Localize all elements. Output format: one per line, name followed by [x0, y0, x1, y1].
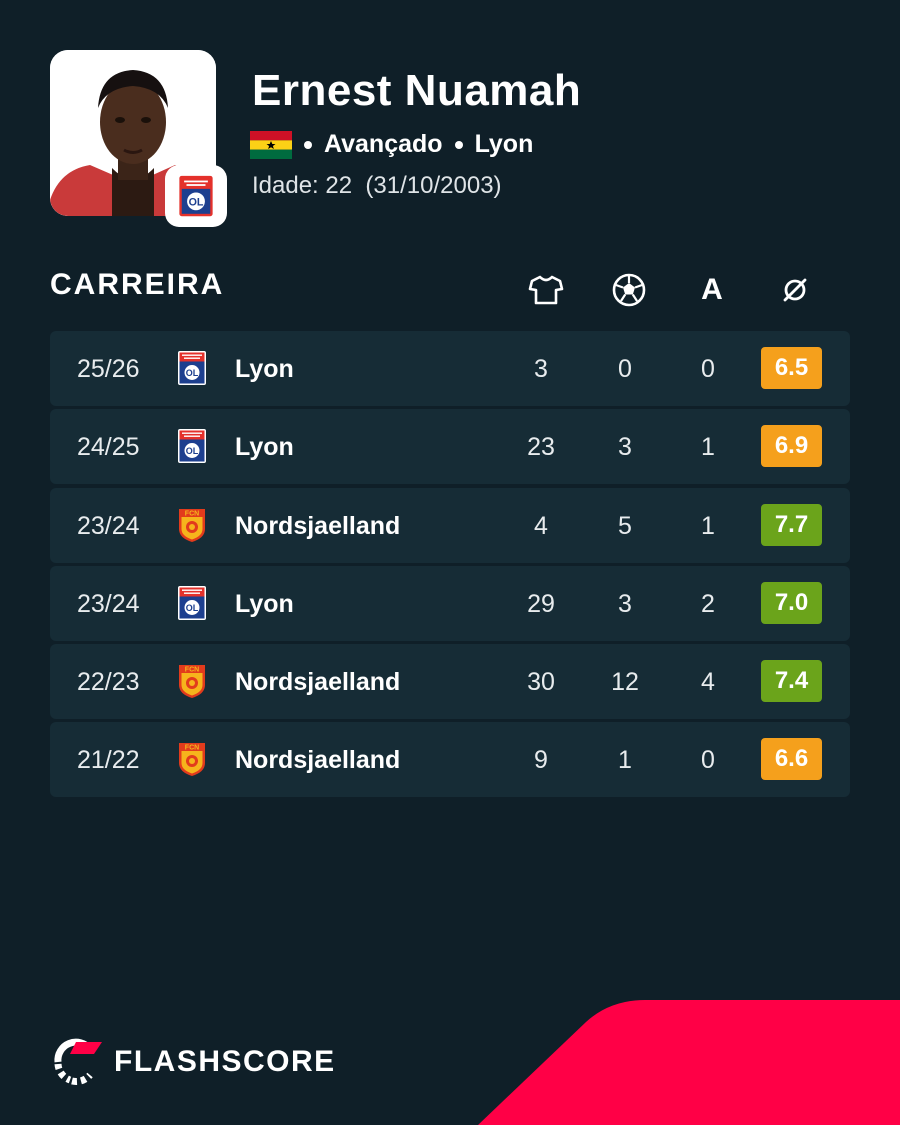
table-row[interactable]: 21/22 FCN Nordsjaelland 9 1 0 6.6 — [50, 722, 850, 798]
career-table: 25/26 OL Lyon 3 0 0 6.5 24/25 OL Lyon 23 3 1 6.9 23/24… — [50, 331, 850, 801]
goals-cell: 1 — [618, 746, 632, 775]
assists-cell: 4 — [701, 668, 715, 697]
svg-text:FCN: FCN — [185, 667, 199, 674]
lyon-badge-icon: OL — [176, 350, 208, 386]
goals-cell: 3 — [618, 433, 632, 462]
ghana-flag-icon — [250, 130, 292, 159]
goals-cell: 3 — [618, 589, 632, 618]
career-title: CARREIRA — [50, 268, 225, 301]
season-cell: 22/23 — [77, 668, 140, 697]
table-row[interactable]: 24/25 OL Lyon 23 3 1 6.9 — [50, 409, 850, 485]
svg-text:OL: OL — [186, 603, 199, 613]
assists-cell: 0 — [701, 746, 715, 775]
rating-badge: 6.5 — [761, 347, 822, 389]
average-rating-column-header — [770, 270, 820, 310]
goals-column-header — [604, 270, 654, 310]
goals-cell: 5 — [618, 511, 632, 540]
team-cell[interactable]: Lyon — [235, 355, 294, 384]
player-name: Ernest Nuamah — [252, 66, 582, 115]
rating-badge: 7.0 — [761, 581, 822, 624]
player-position: Avançado — [324, 130, 443, 158]
team-cell[interactable]: Lyon — [235, 590, 294, 619]
appearances-cell: 3 — [534, 355, 548, 383]
appearances-cell: 23 — [527, 433, 555, 462]
table-row[interactable]: 23/24 OL Lyon 29 3 2 7.0 — [50, 565, 850, 641]
player-age: Idade: 22 (31/10/2003) — [252, 172, 502, 199]
goals-cell: 12 — [611, 668, 639, 697]
table-row[interactable]: 22/23 FCN Nordsjaelland 30 12 4 7.4 — [50, 644, 850, 720]
season-cell: 23/24 — [77, 511, 140, 540]
svg-text:OL: OL — [189, 197, 204, 209]
appearances-cell: 4 — [534, 511, 548, 540]
player-meta: Avançado Lyon — [250, 130, 533, 159]
flashscore-logo: FLASHSCORE — [50, 1037, 336, 1087]
appearances-cell: 29 — [527, 589, 555, 618]
table-row[interactable]: 23/24 FCN Nordsjaelland 4 5 1 7.7 — [50, 487, 850, 563]
season-cell: 25/26 — [77, 355, 140, 383]
appearances-cell: 9 — [534, 746, 548, 775]
club-badge-lyon: OL — [165, 165, 227, 227]
season-cell: 24/25 — [77, 433, 140, 462]
average-icon — [783, 278, 807, 302]
season-cell: 21/22 — [77, 746, 140, 775]
svg-text:OL: OL — [186, 368, 199, 378]
appearances-column-header — [521, 270, 571, 310]
shirt-icon — [528, 275, 564, 305]
player-club: Lyon — [474, 130, 534, 158]
lyon-badge-icon: OL — [176, 585, 208, 621]
assists-cell: 1 — [701, 433, 715, 462]
rating-badge: 7.7 — [761, 503, 822, 546]
flashscore-logo-icon — [54, 1038, 102, 1085]
separator-dot — [304, 140, 312, 149]
team-cell[interactable]: Nordsjaelland — [235, 746, 400, 775]
nordsjaelland-badge-icon: FCN — [176, 741, 208, 777]
season-cell: 23/24 — [77, 589, 140, 618]
nordsjaelland-badge-icon: FCN — [176, 507, 208, 543]
goals-cell: 0 — [618, 355, 632, 383]
svg-text:FCN: FCN — [185, 510, 199, 517]
nordsjaelland-badge-icon: FCN — [176, 663, 208, 699]
rating-badge: 6.6 — [761, 738, 822, 781]
lyon-badge-icon: OL — [176, 428, 208, 464]
team-cell[interactable]: Lyon — [235, 433, 294, 462]
appearances-cell: 30 — [527, 668, 555, 697]
team-cell[interactable]: Nordsjaelland — [235, 668, 400, 697]
assists-cell: 2 — [701, 589, 715, 618]
separator-dot — [454, 140, 463, 149]
rating-badge: 6.9 — [761, 425, 822, 468]
rating-badge: 7.4 — [761, 660, 822, 703]
assists-cell: 1 — [701, 511, 715, 540]
assists-column-header: A — [687, 270, 737, 310]
assists-cell: 0 — [701, 355, 715, 383]
svg-text:OL: OL — [186, 446, 199, 456]
ball-icon — [612, 273, 646, 307]
svg-text:FCN: FCN — [185, 745, 199, 752]
table-row[interactable]: 25/26 OL Lyon 3 0 0 6.5 — [50, 331, 850, 406]
flashscore-wordmark: FLASHSCORE — [114, 1045, 336, 1078]
team-cell[interactable]: Nordsjaelland — [235, 512, 400, 541]
assists-header-label: A — [701, 273, 723, 306]
